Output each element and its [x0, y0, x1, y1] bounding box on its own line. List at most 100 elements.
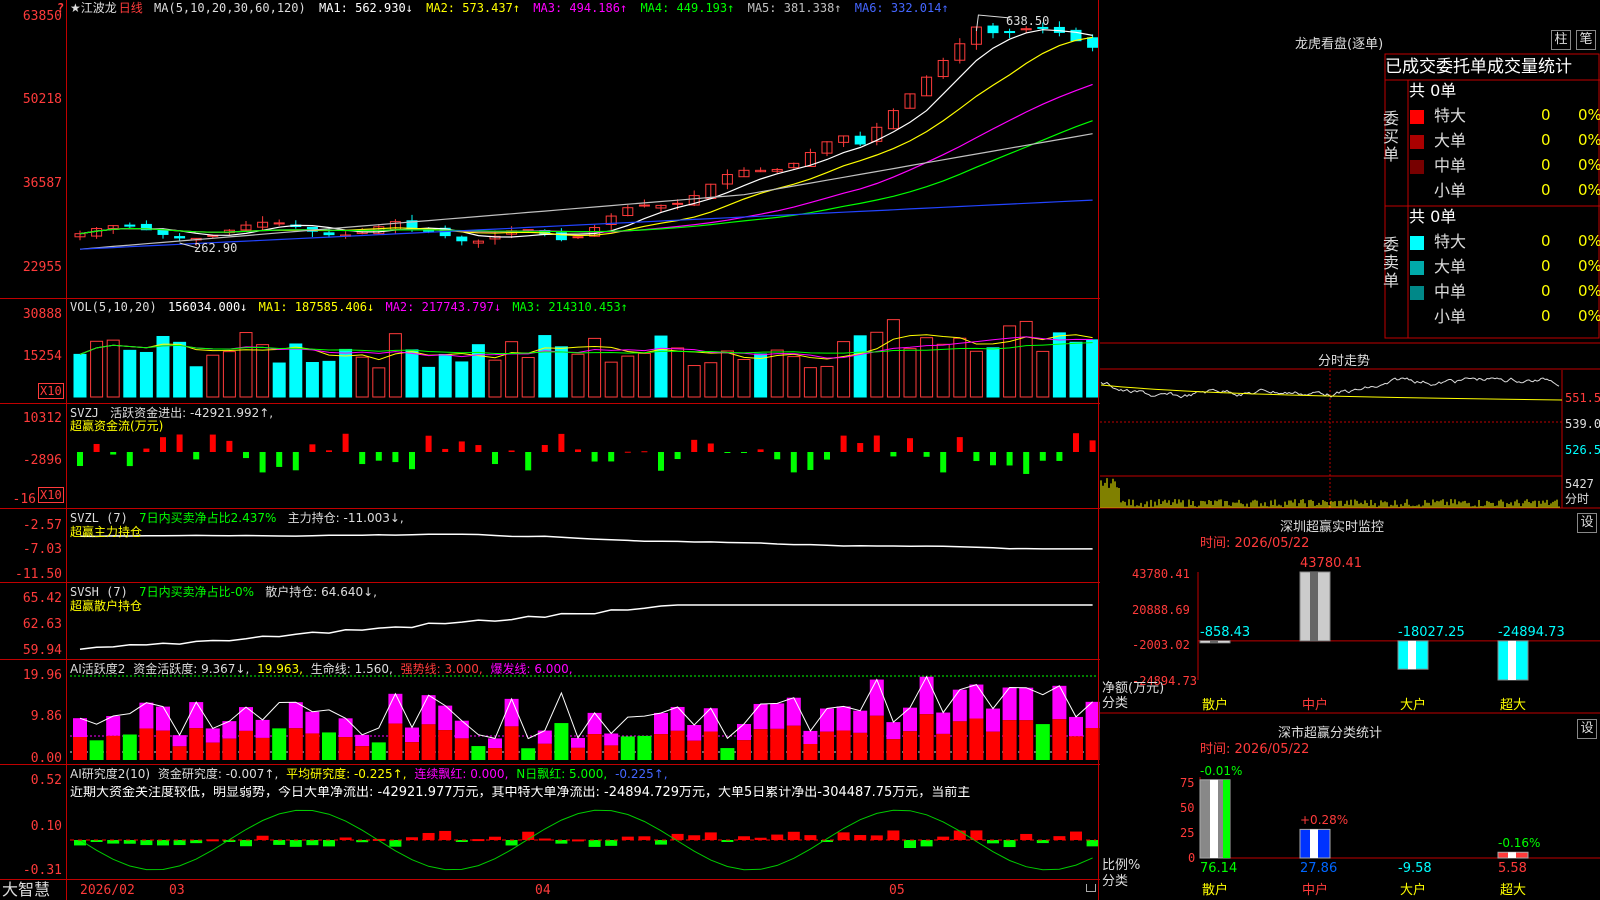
monitor-bar: [1299, 571, 1331, 642]
volume-bar: [820, 365, 834, 398]
activity-bar: [305, 711, 320, 734]
sell-count: 0: [1541, 307, 1551, 325]
classify-settings-button[interactable]: 设: [1577, 719, 1597, 739]
activity-bar: [322, 732, 336, 760]
activity-bar: [504, 726, 519, 760]
research-bar: [306, 840, 319, 846]
volume-bar: [936, 343, 950, 398]
activity-bar: [786, 697, 801, 726]
monitor-bar-highlight: [1210, 640, 1218, 643]
main-header: ★江波龙 日线 MA(5,10,20,30,60,120) MA1: 562.93…: [70, 1, 949, 15]
classify-bar-highlight: [1223, 779, 1230, 858]
ma1-value: MA1: 562.930↓: [318, 1, 413, 15]
volume-bar: [903, 348, 917, 398]
activity-bar: [288, 728, 303, 760]
research-bar: [157, 840, 169, 846]
volume-bar: [1086, 339, 1100, 398]
volume-bar: [837, 341, 851, 398]
tick-mode-button[interactable]: 笔: [1576, 30, 1596, 50]
fund-flow-bar: [160, 437, 166, 452]
monitor-bar-value: -24894.73: [1498, 624, 1565, 640]
fenshi-axis-label: 539.0: [1565, 417, 1600, 431]
activity-bar: [272, 728, 287, 760]
longhu-title: 龙虎看盘(逐单): [1295, 37, 1384, 52]
monitor-bar-highlight: [1310, 572, 1318, 641]
fund-flow-bar: [1089, 440, 1096, 452]
activity-bar: [919, 676, 934, 715]
activity-bar: [1002, 687, 1017, 721]
volume-bar: [322, 360, 336, 398]
stock-title[interactable]: ★江波龙: [70, 1, 117, 15]
svzj-header: SVZJ 活跃资金进出: -42921.992↑,: [70, 406, 273, 420]
activity-bar: [1052, 685, 1067, 720]
volume-bar: [372, 367, 386, 398]
activity-bar: [106, 716, 121, 736]
high-price-label: 638.50: [1006, 14, 1050, 28]
fenshi-axis-label: 526.5: [1565, 443, 1600, 457]
fund-flow-bar: [1023, 452, 1030, 474]
ai1-burst-line: 爆发线: 6.000,: [490, 662, 573, 676]
activity-bar: [1069, 716, 1083, 737]
activity-bar: [189, 702, 204, 729]
volume-bar: [571, 353, 585, 398]
research-bar: [870, 835, 883, 840]
monitor-settings-button[interactable]: 设: [1577, 513, 1597, 533]
volume-bar: [455, 361, 469, 398]
column-mode-button[interactable]: 柱: [1551, 30, 1571, 50]
research-bar: [638, 836, 651, 840]
activity-bar: [952, 721, 967, 760]
ai1-name: AI活跃度2: [70, 662, 126, 676]
research-bar: [904, 840, 916, 849]
fund-flow-bar: [226, 440, 233, 452]
activity-bar: [355, 734, 370, 747]
buy-type-label: 小单: [1434, 181, 1467, 200]
svsh-subtitle: 超赢散户持仓: [70, 599, 143, 613]
monitor-category-label: 散户: [1202, 698, 1229, 713]
activity-bar: [338, 737, 353, 760]
classify-bar-highlight: [1210, 779, 1218, 858]
classify-axis-label: 25: [1180, 826, 1195, 840]
fund-flow-bar: [359, 452, 366, 465]
activity-bar: [869, 715, 884, 760]
ai1-header: AI活跃度2 资金活跃度: 9.367↓, 19.963, 生命线: 1.560…: [70, 662, 573, 676]
volume-bar: [803, 367, 817, 398]
buy-type-label: 特大: [1434, 106, 1467, 125]
ai1-activity: 资金活跃度: 9.367↓,: [133, 662, 250, 676]
activity-bar: [504, 698, 519, 727]
volume-bar: [139, 351, 153, 398]
main-holding-line: [79, 533, 1093, 550]
research-bar: [987, 840, 999, 844]
activity-bar: [969, 684, 984, 719]
activity-bar: [73, 718, 87, 738]
classify-bar: [1299, 828, 1331, 859]
volume-bar: [173, 341, 187, 398]
activity-bar: [869, 679, 884, 716]
classify-bar-value: -9.58: [1398, 861, 1432, 876]
kline-chart[interactable]: [0, 0, 1100, 900]
svsh-name: SVSH (7): [70, 585, 128, 599]
svzj-axis-label: 10312: [22, 411, 62, 426]
brand-label[interactable]: 大智慧: [2, 881, 50, 899]
volume-bar: [189, 366, 203, 398]
ai2-axis-label: -0.31: [22, 863, 62, 878]
ma-line: [79, 120, 1093, 235]
monitor-bar-value: 43780.41: [1300, 556, 1363, 571]
fund-flow-bar: [658, 452, 664, 471]
volume-bar: [355, 356, 369, 398]
fund-flow-bar: [193, 452, 200, 460]
activity-bar: [571, 747, 585, 760]
ai2-name: AI研究度2(10): [70, 767, 151, 781]
research-bar: [173, 840, 186, 846]
activity-bar: [637, 735, 652, 760]
classify-bar-highlight: [1508, 852, 1516, 858]
fund-flow-bar: [790, 452, 797, 473]
classify-time: 时间: 2026/05/22: [1200, 742, 1310, 757]
fund-flow-bar: [458, 441, 465, 452]
activity-bar: [156, 730, 170, 760]
ai2-axis-label: 0.10: [30, 819, 62, 834]
research-bar: [937, 836, 950, 840]
volume-bar: [886, 319, 900, 398]
svsh-header: SVSH (7) 7日内买卖净占比-0% 散户持仓: 64.640↓,: [70, 585, 377, 599]
period-label[interactable]: 日线: [119, 1, 143, 15]
lock-icon[interactable]: [1086, 884, 1096, 892]
